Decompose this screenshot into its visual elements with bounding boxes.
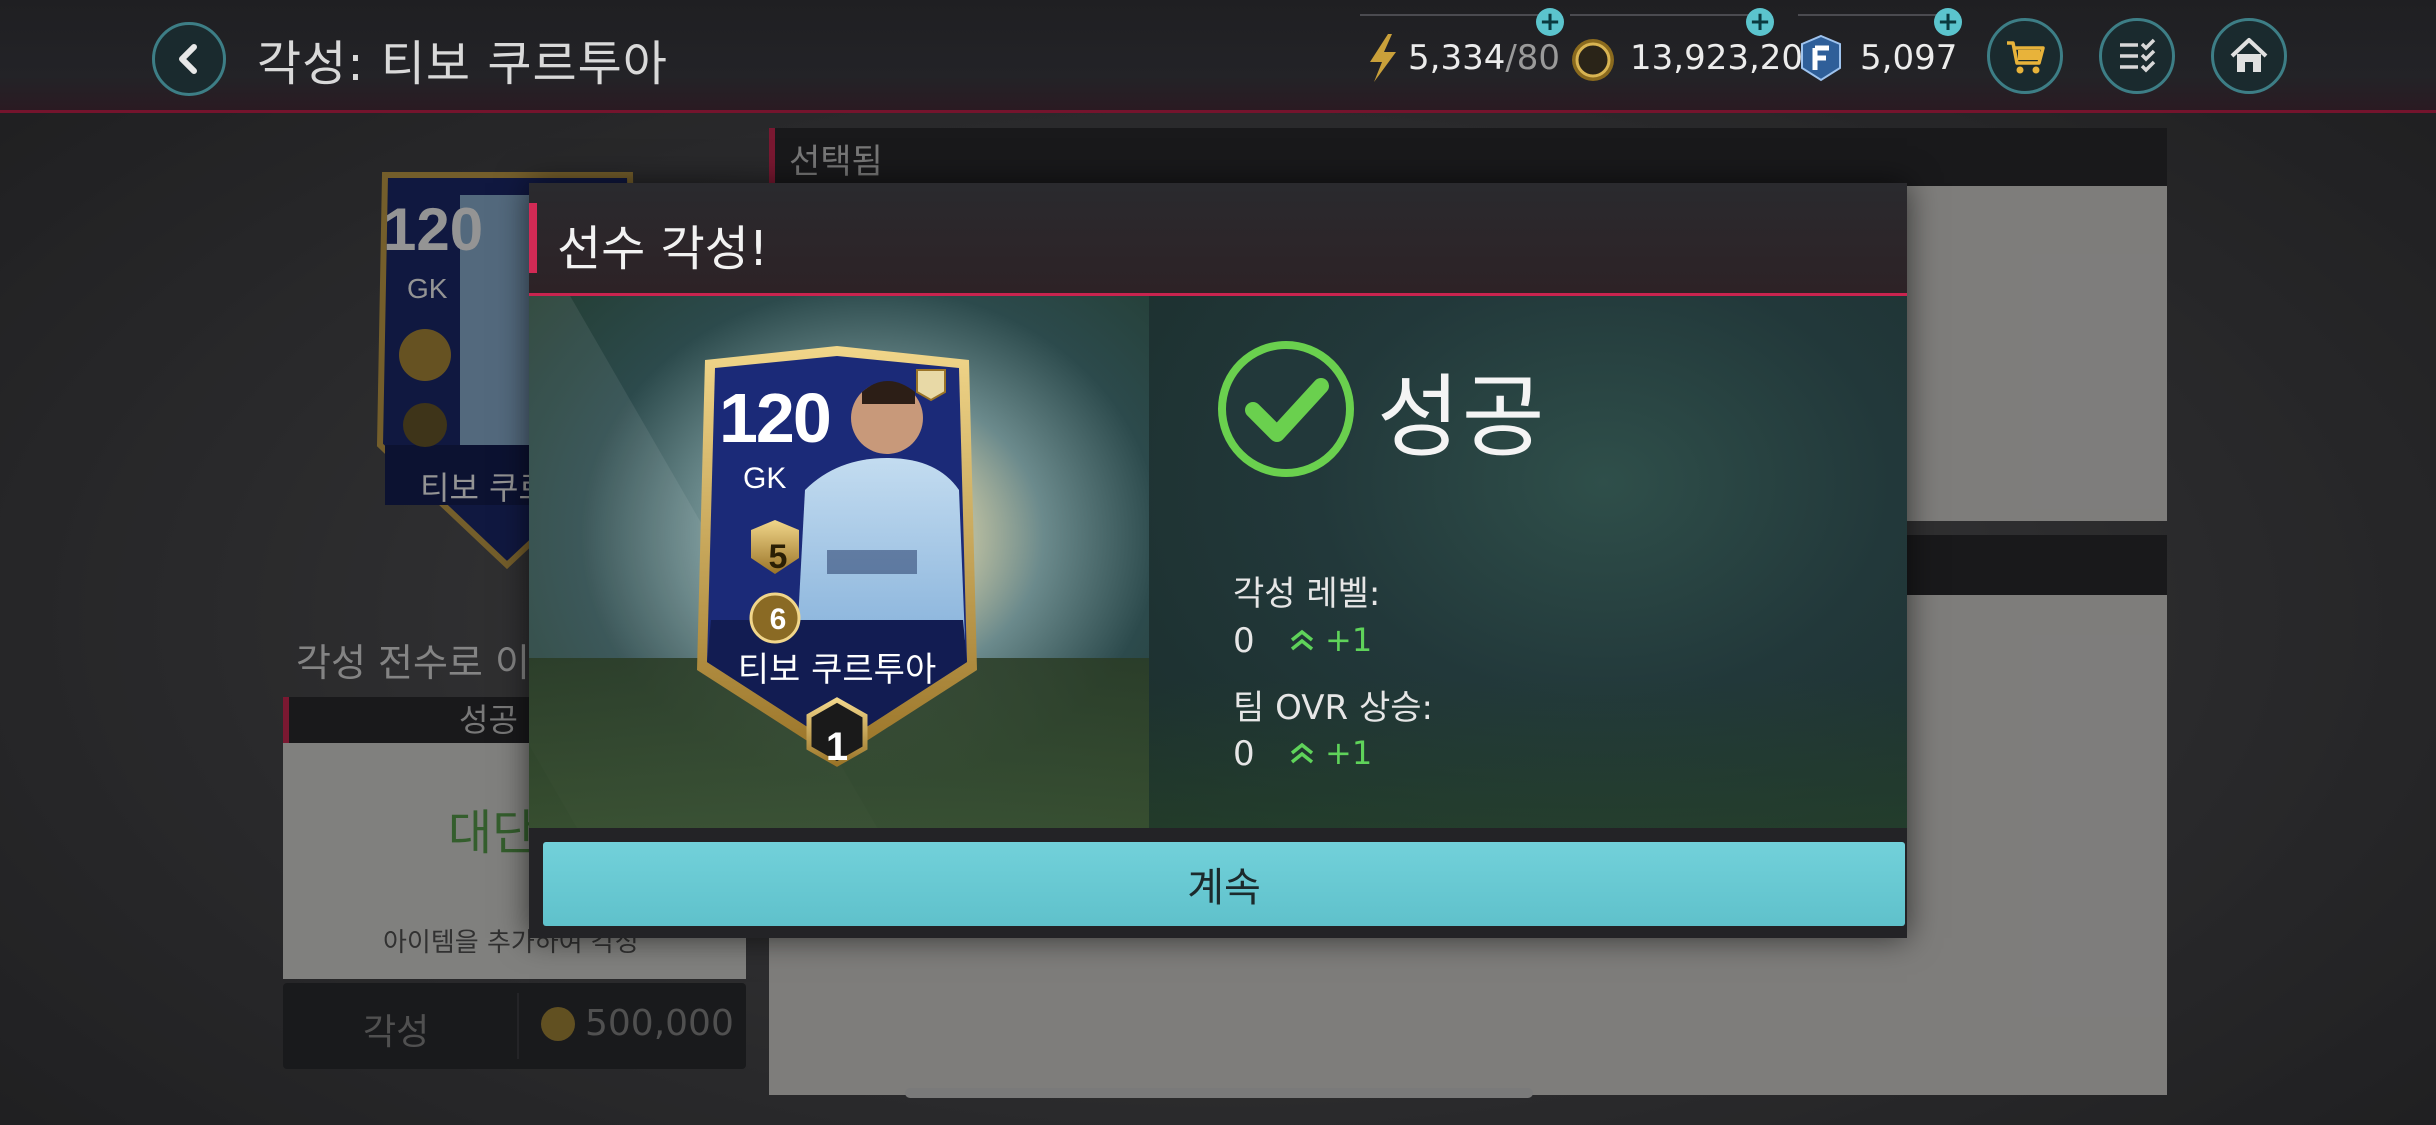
cart-icon — [2007, 41, 2045, 74]
stamina-resource: + 5,334/80 — [1360, 8, 1564, 94]
stamina-current: 5,334 — [1408, 38, 1506, 78]
add-stamina-button[interactable]: + — [1536, 8, 1564, 36]
team-ovr-increase: +1 — [1287, 734, 1372, 772]
shop-button[interactable] — [1987, 18, 2063, 94]
add-coins-button[interactable]: + — [1746, 8, 1774, 36]
fifa-points-value: 5,097 — [1860, 38, 1958, 78]
stamina-value: 5,334/80 — [1408, 38, 1560, 78]
awaken-level-increase: +1 — [1287, 621, 1372, 659]
awaken-level-value: 0 — [1233, 621, 1255, 661]
checklist-icon — [2120, 38, 2156, 73]
home-button[interactable] — [2211, 18, 2287, 94]
check-circle-icon — [1218, 341, 1354, 477]
double-chevron-up-icon — [1290, 629, 1314, 651]
coins-resource: + 13,923,206 — [1570, 8, 1825, 94]
player-card: 120 GK 5 6 티보 쿠르투아 1 — [687, 340, 987, 788]
fifa-coin-icon — [1572, 39, 1614, 81]
team-ovr-increase-value: +1 — [1325, 734, 1373, 772]
result-panel: 성공 각성 레벨: 0 +1 팀 OVR 상승: 0 +1 — [1149, 296, 1907, 828]
top-bar: 각성: 티보 쿠르투아 + 5,334/80 + 13,923,206 + 5,… — [0, 0, 2436, 113]
quests-button[interactable] — [2099, 18, 2175, 94]
coins-value: 13,923,206 — [1630, 38, 1825, 78]
result-title: 성공 — [1377, 365, 1547, 470]
team-ovr-label: 팀 OVR 상승: — [1233, 688, 1433, 728]
card-position: GK — [743, 462, 787, 495]
card-showcase: 120 GK 5 6 티보 쿠르투아 1 — [529, 296, 1149, 828]
awaken-result-modal: 선수 각성! 120 GK 5 6 티보 쿠르투아 1 성공 각성 레벨: 0 … — [529, 183, 1907, 938]
card-rank-badge: 5 — [768, 538, 788, 576]
fifa-point-icon — [1801, 34, 1841, 82]
card-player-name: 티보 쿠르투아 — [737, 650, 937, 690]
team-ovr-value: 0 — [1233, 734, 1255, 774]
card-grade: 1 — [825, 725, 849, 769]
double-chevron-up-icon — [1290, 742, 1314, 764]
add-fifa-points-button[interactable]: + — [1934, 8, 1962, 36]
lightning-icon — [1370, 34, 1396, 82]
awaken-level-label: 각성 레벨: — [1233, 574, 1381, 614]
continue-button[interactable]: 계속 — [543, 842, 1905, 926]
stamina-max: /80 — [1505, 38, 1561, 78]
modal-title: 선수 각성! — [557, 221, 769, 277]
modal-header: 선수 각성! — [529, 183, 1907, 296]
home-icon — [2230, 38, 2268, 72]
awaken-level-increase-value: +1 — [1325, 621, 1373, 659]
page-title: 각성: 티보 쿠르투아 — [257, 36, 668, 92]
back-button[interactable] — [152, 22, 226, 96]
back-icon — [179, 44, 197, 74]
fifa-points-resource: + 5,097 — [1798, 8, 1962, 94]
card-level-badge: 6 — [769, 603, 787, 636]
header-accent — [529, 203, 537, 273]
card-ovr: 120 — [719, 379, 832, 457]
